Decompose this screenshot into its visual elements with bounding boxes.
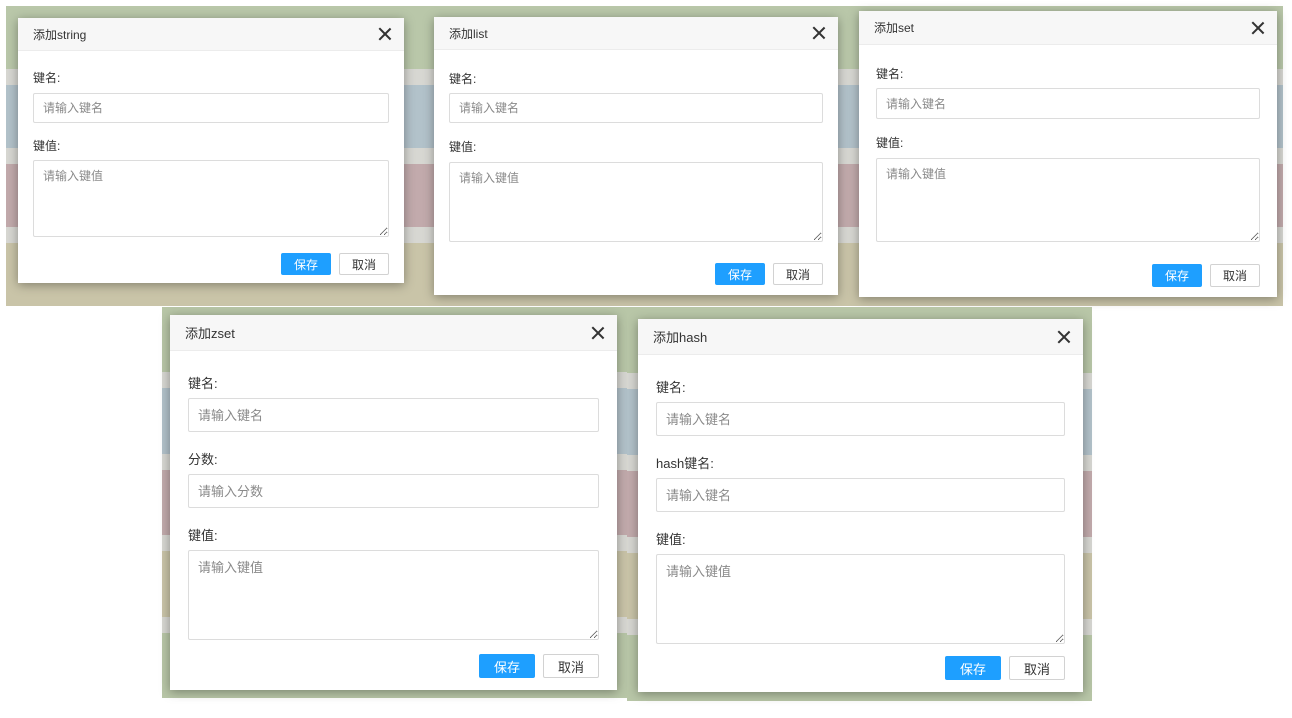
key-name-input[interactable]	[876, 88, 1260, 119]
add-string-dialog: 添加string 键名: 键值: 保存 取消	[18, 18, 404, 283]
dialog-title: 添加string	[33, 27, 87, 42]
key-name-input[interactable]	[656, 402, 1065, 436]
cancel-button[interactable]: 取消	[772, 263, 823, 285]
key-name-label: 键名:	[33, 71, 61, 85]
dialog-title: 添加list	[449, 26, 488, 41]
key-name-input[interactable]	[188, 398, 599, 432]
key-name-label: 键名:	[876, 67, 904, 81]
key-value-textarea[interactable]	[188, 550, 599, 640]
key-value-textarea[interactable]	[449, 162, 823, 242]
key-value-textarea[interactable]	[656, 554, 1065, 644]
dialog-title: 添加hash	[653, 330, 708, 345]
key-value-label: 键值:	[449, 140, 477, 154]
key-value-textarea[interactable]	[876, 158, 1260, 242]
dialog-title: 添加zset	[185, 326, 235, 341]
score-label: 分数:	[188, 452, 218, 467]
add-zset-dialog: 添加zset 键名: 分数: 键值: 保存 取消	[170, 315, 617, 690]
dialog-header: 添加zset	[170, 315, 617, 351]
add-hash-dialog: 添加hash 键名: hash键名: 键值: 保存 取消	[638, 319, 1083, 692]
cancel-button[interactable]: 取消	[1008, 656, 1065, 680]
key-value-textarea[interactable]	[33, 160, 389, 237]
hash-key-name-label: hash键名:	[656, 456, 714, 471]
add-list-dialog: 添加list 键名: 键值: 保存 取消	[434, 17, 838, 295]
save-button[interactable]: 保存	[478, 654, 535, 678]
key-value-label: 键值:	[33, 139, 61, 153]
dialog-header: 添加list	[434, 17, 838, 50]
key-name-label: 键名:	[188, 376, 218, 391]
dialog-header: 添加string	[18, 18, 404, 51]
close-icon[interactable]	[591, 326, 605, 340]
key-name-label: 键名:	[656, 380, 686, 395]
close-icon[interactable]	[378, 27, 392, 41]
cancel-button[interactable]: 取消	[338, 253, 389, 275]
cancel-button[interactable]: 取消	[1209, 264, 1260, 287]
hash-key-name-input[interactable]	[656, 478, 1065, 512]
close-icon[interactable]	[1251, 21, 1265, 35]
dialog-title: 添加set	[874, 21, 915, 35]
add-set-dialog: 添加set 键名: 键值: 保存 取消	[859, 11, 1277, 297]
cancel-button[interactable]: 取消	[542, 654, 599, 678]
save-button[interactable]: 保存	[280, 253, 331, 275]
save-button[interactable]: 保存	[944, 656, 1001, 680]
score-input[interactable]	[188, 474, 599, 508]
save-button[interactable]: 保存	[1151, 264, 1202, 287]
key-value-label: 键值:	[188, 528, 218, 543]
close-icon[interactable]	[812, 26, 826, 40]
dialog-header: 添加set	[859, 11, 1277, 45]
close-icon[interactable]	[1057, 330, 1071, 344]
key-value-label: 键值:	[876, 136, 904, 150]
key-name-label: 键名:	[449, 72, 477, 86]
save-button[interactable]: 保存	[714, 263, 765, 285]
key-name-input[interactable]	[33, 93, 389, 123]
key-name-input[interactable]	[449, 93, 823, 123]
dialog-header: 添加hash	[638, 319, 1083, 355]
key-value-label: 键值:	[656, 532, 686, 547]
